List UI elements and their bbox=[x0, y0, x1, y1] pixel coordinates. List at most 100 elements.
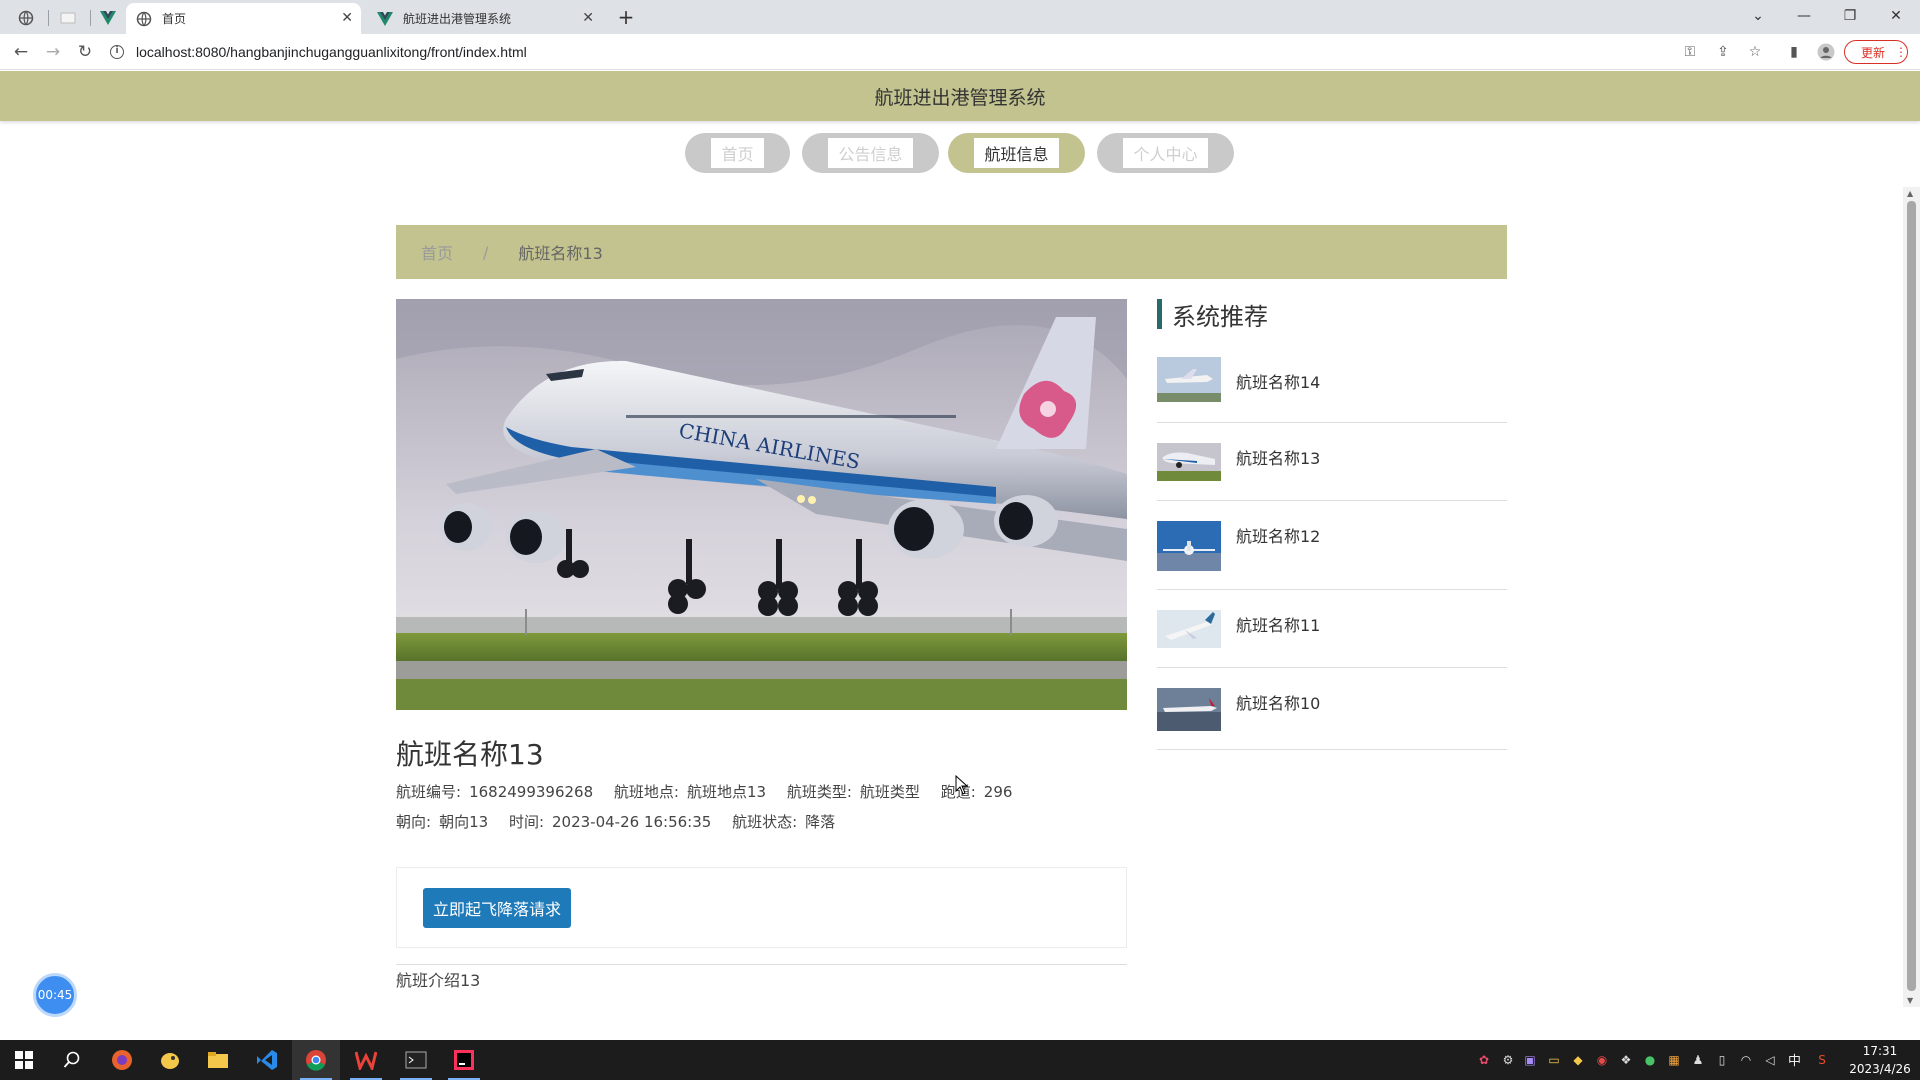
tab-home[interactable]: 首页 ✕ bbox=[126, 3, 361, 34]
side-panel-icon[interactable]: ▮ bbox=[1784, 43, 1804, 61]
profile-avatar-icon[interactable] bbox=[1816, 43, 1836, 61]
tray-app-icon[interactable]: ⚙ bbox=[1500, 1052, 1516, 1068]
close-tab-icon[interactable]: ✕ bbox=[341, 10, 353, 26]
pinned-tab-blank[interactable] bbox=[52, 3, 84, 33]
wifi-icon[interactable]: ◠ bbox=[1738, 1052, 1754, 1068]
forward-button[interactable]: → bbox=[40, 40, 66, 64]
tray-app-icon[interactable]: ❖ bbox=[1618, 1052, 1634, 1068]
flight-image: CHINA AIRLINES bbox=[396, 299, 1127, 710]
terminal-icon bbox=[405, 1051, 427, 1069]
recommend-name[interactable]: 航班名称10 bbox=[1236, 690, 1320, 714]
recommend-item[interactable]: 航班名称12 bbox=[1157, 521, 1507, 590]
page-scrollbar[interactable]: ▲ ▼ bbox=[1903, 187, 1920, 1007]
wechat-icon[interactable]: ● bbox=[1642, 1052, 1658, 1068]
divider bbox=[396, 964, 1127, 965]
address-bar[interactable]: i localhost:8080/hangbanjinchugangguanli… bbox=[110, 38, 1710, 66]
volume-icon[interactable]: ◁ bbox=[1762, 1052, 1778, 1068]
nav-personal-center[interactable]: 个人中心 bbox=[1097, 133, 1234, 173]
tray-shield-icon[interactable]: ◆ bbox=[1570, 1052, 1586, 1068]
taskbar-chrome[interactable] bbox=[292, 1040, 340, 1080]
site-title: 航班进出港管理系统 bbox=[874, 86, 1046, 109]
intellij-icon bbox=[454, 1050, 474, 1070]
recommend-item[interactable]: 航班名称14 bbox=[1157, 357, 1507, 423]
recommend-name[interactable]: 航班名称14 bbox=[1236, 369, 1320, 393]
update-button[interactable]: 更新 ⋮ bbox=[1844, 40, 1908, 64]
scroll-thumb[interactable] bbox=[1907, 201, 1916, 991]
scroll-up-arrow-icon[interactable]: ▲ bbox=[1907, 189, 1913, 198]
pinned-tab-vue[interactable] bbox=[92, 3, 124, 33]
taskbar-terminal[interactable] bbox=[392, 1040, 440, 1080]
main-nav: 首页 公告信息 航班信息 个人中心 bbox=[0, 133, 1920, 173]
new-tab-button[interactable]: + bbox=[612, 5, 640, 31]
nav-home[interactable]: 首页 bbox=[685, 133, 790, 173]
pinned-tab-globe[interactable] bbox=[10, 3, 42, 33]
reload-button[interactable]: ↻ bbox=[72, 40, 98, 64]
field-label: 航班地点: bbox=[613, 783, 679, 801]
taskbar-vscode[interactable] bbox=[243, 1040, 291, 1080]
start-button[interactable] bbox=[0, 1040, 48, 1080]
close-window-button[interactable]: ✕ bbox=[1878, 4, 1914, 28]
breadcrumb: 首页 / 航班名称13 bbox=[396, 225, 1507, 279]
taskbar-app-bird[interactable] bbox=[146, 1040, 194, 1080]
field-value: 296 bbox=[983, 783, 1013, 801]
recommend-thumbnail[interactable] bbox=[1157, 688, 1221, 731]
tab-system[interactable]: 航班进出港管理系统 ✕ bbox=[367, 3, 602, 34]
browser-toolbar: ← → ↻ i localhost:8080/hangbanjinchugang… bbox=[0, 34, 1920, 70]
bookmark-star-icon[interactable]: ☆ bbox=[1745, 43, 1765, 61]
clock-date: 2023/4/26 bbox=[1849, 1062, 1911, 1076]
taskbar-wps[interactable] bbox=[342, 1040, 390, 1080]
recommend-name[interactable]: 航班名称12 bbox=[1236, 523, 1320, 547]
search-button[interactable] bbox=[48, 1040, 96, 1080]
input-language-indicator[interactable]: 中 bbox=[1788, 1050, 1801, 1069]
restore-button[interactable]: ❐ bbox=[1832, 4, 1868, 28]
takeoff-landing-request-button[interactable]: 立即起飞降落请求 bbox=[423, 888, 572, 928]
close-tab-icon[interactable]: ✕ bbox=[582, 10, 594, 26]
nav-label: 个人中心 bbox=[1123, 138, 1208, 168]
breadcrumb-home-link[interactable]: 首页 bbox=[421, 240, 453, 264]
input-method-icon[interactable]: S bbox=[1814, 1052, 1830, 1068]
share-icon[interactable]: ⇪ bbox=[1713, 43, 1733, 61]
tray-app-icon[interactable]: ◉ bbox=[1594, 1052, 1610, 1068]
recommend-name[interactable]: 航班名称11 bbox=[1236, 612, 1320, 636]
tray-app-icon[interactable]: ✿ bbox=[1476, 1052, 1492, 1068]
tray-folder-icon[interactable]: ▭ bbox=[1546, 1052, 1562, 1068]
nav-flight-info[interactable]: 航班信息 bbox=[948, 133, 1085, 173]
recording-timer-badge[interactable]: 00:45 bbox=[33, 973, 77, 1017]
minimize-button[interactable]: — bbox=[1786, 4, 1822, 28]
url-text[interactable]: localhost:8080/hangbanjinchugangguanlixi… bbox=[136, 44, 527, 60]
nav-announcements[interactable]: 公告信息 bbox=[802, 133, 939, 173]
app-bird-icon bbox=[161, 1053, 179, 1069]
field-value: 朝向13 bbox=[439, 813, 489, 831]
action-panel: 立即起飞降落请求 bbox=[396, 867, 1127, 948]
recommend-thumbnail[interactable] bbox=[1157, 610, 1221, 648]
back-button[interactable]: ← bbox=[8, 40, 34, 64]
site-info-icon[interactable]: i bbox=[110, 45, 124, 59]
recommend-item[interactable]: 航班名称11 bbox=[1157, 610, 1507, 668]
vue-logo-icon bbox=[377, 11, 393, 26]
recommend-thumbnail[interactable] bbox=[1157, 443, 1221, 481]
site-header: 航班进出港管理系统 bbox=[0, 71, 1920, 121]
field-value: 航班类型 bbox=[859, 783, 920, 801]
taskbar-firefox[interactable] bbox=[98, 1040, 146, 1080]
battery-icon[interactable]: ▯ bbox=[1714, 1052, 1730, 1068]
recommend-name[interactable]: 航班名称13 bbox=[1236, 445, 1320, 469]
tray-app-icon[interactable]: ▦ bbox=[1666, 1052, 1682, 1068]
field-label: 时间: bbox=[508, 813, 544, 831]
field-value: 2023-04-26 16:56:35 bbox=[552, 813, 712, 831]
recommend-item[interactable]: 航班名称13 bbox=[1157, 443, 1507, 501]
taskbar-clock[interactable]: 17:31 2023/4/26 bbox=[1842, 1042, 1918, 1078]
field-label: 朝向: bbox=[396, 813, 432, 831]
recommend-title: 系统推荐 bbox=[1157, 299, 1507, 331]
key-icon[interactable]: ⚿ bbox=[1680, 43, 1700, 61]
scroll-down-arrow-icon[interactable]: ▼ bbox=[1907, 996, 1913, 1005]
breadcrumb-separator: / bbox=[483, 242, 489, 262]
taskbar-file-explorer[interactable] bbox=[194, 1040, 242, 1080]
recommend-thumbnail[interactable] bbox=[1157, 357, 1221, 402]
recommend-item[interactable]: 航班名称10 bbox=[1157, 688, 1507, 750]
recommend-thumbnail[interactable] bbox=[1157, 521, 1221, 571]
taskbar-intellij[interactable] bbox=[440, 1040, 488, 1080]
tray-app-icon[interactable]: ♟ bbox=[1690, 1052, 1706, 1068]
update-label: 更新 bbox=[1861, 45, 1886, 60]
tray-app-icon[interactable]: ▣ bbox=[1522, 1052, 1538, 1068]
tab-search-icon[interactable]: ⌄ bbox=[1740, 4, 1776, 28]
